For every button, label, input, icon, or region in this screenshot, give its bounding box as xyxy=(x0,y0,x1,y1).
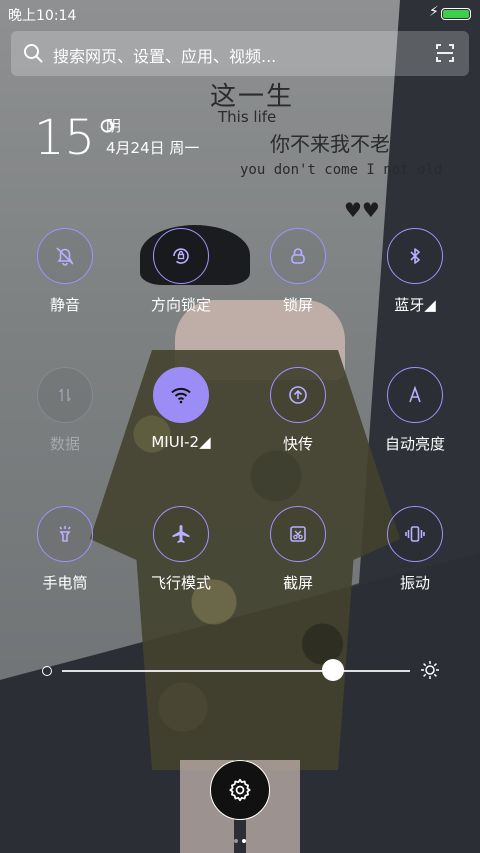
auto-brightness-icon xyxy=(387,367,443,423)
toggle-label: 手电筒 xyxy=(42,574,88,592)
search-icon xyxy=(24,44,43,63)
search-input[interactable]: 搜索网页、设置、应用、视频... xyxy=(53,43,276,67)
toggle-screenshot[interactable]: 截屏 xyxy=(239,506,357,606)
toggle-label: 截屏 xyxy=(282,574,313,592)
status-time: 晚上10:14 xyxy=(8,8,77,24)
charging-icon: ⚡ xyxy=(429,4,439,20)
toggle-bluetooth[interactable]: 蓝牙◢ xyxy=(356,228,474,328)
scan-icon[interactable] xyxy=(435,43,455,63)
settings-button[interactable] xyxy=(210,760,270,820)
page-indicator xyxy=(232,828,248,847)
airplane-icon xyxy=(153,506,209,562)
toggle-label: 快传 xyxy=(282,435,313,453)
gear-icon xyxy=(229,778,251,802)
vibrate-icon xyxy=(387,506,443,562)
mobile-data-icon xyxy=(37,367,93,423)
wallpaper-line-cn: 你不来我不老 xyxy=(270,132,390,156)
brightness-slider[interactable] xyxy=(40,656,440,686)
toggle-flashlight[interactable]: 手电筒 xyxy=(6,506,124,606)
toggle-quick-transfer[interactable]: 快传 xyxy=(239,367,357,467)
battery-icon xyxy=(441,8,471,20)
toggle-label: 飞行模式 xyxy=(150,574,211,592)
toggle-label: 静音 xyxy=(49,296,80,314)
toggle-label: 数据 xyxy=(49,435,80,453)
lock-icon xyxy=(270,228,326,284)
toggle-auto-brightness[interactable]: 自动亮度 xyxy=(356,367,474,467)
toggle-label: MIUI-2◢ xyxy=(151,433,211,451)
page-dot xyxy=(234,839,238,843)
wallpaper-subtitle: This life xyxy=(218,108,277,126)
rotation-lock-icon xyxy=(153,228,209,284)
toggle-label: 方向锁定 xyxy=(150,296,211,314)
status-bar: 晚上10:14 ⚡ xyxy=(0,0,480,28)
toggle-mute[interactable]: 静音 xyxy=(6,228,124,328)
hearts-icon: ♥♥ xyxy=(344,198,380,222)
toggle-vibrate[interactable]: 振动 xyxy=(356,506,474,606)
brightness-track[interactable] xyxy=(62,670,410,672)
brightness-low-icon xyxy=(42,666,52,676)
toggle-label: 振动 xyxy=(399,574,430,592)
brightness-high-icon xyxy=(421,661,439,679)
weather-condition: 阴 xyxy=(106,117,122,135)
toggle-mobile-data[interactable]: 数据 xyxy=(6,367,124,467)
toggle-rotation-lock[interactable]: 方向锁定 xyxy=(122,228,240,328)
screenshot-icon xyxy=(270,506,326,562)
weather-date: 4月24日 周一 xyxy=(106,139,200,157)
toggle-wifi[interactable]: MIUI-2◢ xyxy=(122,367,240,467)
search-bar[interactable]: 搜索网页、设置、应用、视频... xyxy=(11,31,469,76)
wallpaper-line-en: you don't come I not old xyxy=(240,162,443,178)
toggle-lock-screen[interactable]: 锁屏 xyxy=(239,228,357,328)
toggle-label: 锁屏 xyxy=(282,296,313,314)
bluetooth-icon xyxy=(387,228,443,284)
brightness-thumb[interactable] xyxy=(322,659,345,681)
toggle-label: 自动亮度 xyxy=(384,435,445,453)
bell-off-icon xyxy=(37,228,93,284)
wifi-icon xyxy=(153,367,209,423)
flashlight-icon xyxy=(37,506,93,562)
toggle-airplane[interactable]: 飞行模式 xyxy=(122,506,240,606)
quick-transfer-icon xyxy=(270,367,326,423)
page-dot-active xyxy=(242,839,246,843)
toggle-label: 蓝牙◢ xyxy=(394,296,436,314)
battery-fill xyxy=(443,10,469,18)
